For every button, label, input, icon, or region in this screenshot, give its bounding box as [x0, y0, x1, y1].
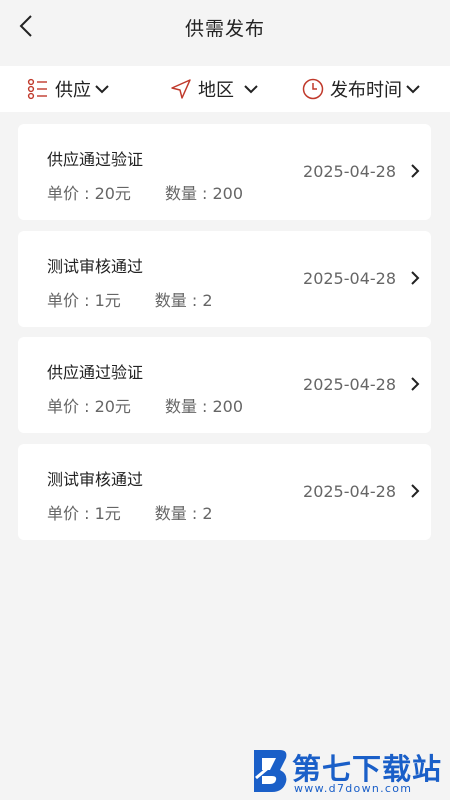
item-meta: 单价 : 20元 数量 : 200 [47, 180, 243, 204]
chevron-right-icon [409, 375, 421, 393]
item-name: 测试审核通过 [47, 469, 144, 489]
watermark: 第七下载站 www.d7down.com [250, 744, 442, 798]
item-price: 单价 : 1元 [47, 290, 121, 310]
location-arrow-icon [171, 79, 191, 99]
item-price: 单价 : 20元 [47, 184, 131, 203]
filter-bar: 供应 地区 发布时间 [0, 66, 450, 112]
item-quantity: 数量 : 2 [154, 503, 213, 523]
clock-icon [302, 78, 324, 100]
filter-region-label: 地区 [198, 80, 234, 101]
watermark-logo-icon [254, 750, 287, 792]
supply-list: 供应通过验证 单价 : 20元 数量 : 200 2025-04-28 测试审核… [18, 124, 431, 550]
filter-supply-label: 供应 [55, 80, 91, 101]
list-icon [27, 78, 47, 100]
item-price: 单价 : 1元 [47, 503, 121, 523]
page: 供需发布 供应 地区 发布时间 供应通过验证 单价: 20元 数量: 200… [0, 0, 450, 800]
item-name: 测试审核通过 [47, 256, 144, 276]
list-item[interactable]: 测试审核通过 单价 : 1元 数量 : 2 2025-04-28 [18, 443, 431, 540]
filter-supply[interactable]: 供应 [27, 66, 109, 112]
chevron-right-icon [409, 482, 421, 500]
item-date: 2025-04-28 [303, 268, 396, 288]
watermark-url: www.d7down.com [294, 782, 413, 795]
chevron-down-icon [406, 84, 420, 94]
item-quantity: 数量 : 2 [154, 290, 213, 310]
chevron-down-icon [244, 84, 258, 94]
item-date: 2025-04-28 [303, 162, 396, 181]
item-meta: 单价 : 1元 数量 : 2 [47, 500, 213, 524]
filter-publish-time-label: 发布时间 [330, 80, 402, 101]
nav-bar: 供需发布 [0, 0, 450, 52]
page-title: 供需发布 [184, 18, 265, 40]
item-name: 供应通过验证 [47, 150, 144, 169]
item-quantity: 数量 : 200 [164, 184, 244, 203]
chevron-right-icon [409, 162, 421, 180]
item-name: 供应通过验证 [47, 363, 144, 382]
filter-region[interactable]: 地区 [170, 66, 258, 112]
list-item[interactable]: 供应通过验证 单价 : 20元 数量 : 200 2025-04-28 [18, 124, 431, 220]
filter-publish-time[interactable]: 发布时间 [302, 66, 420, 112]
item-date: 2025-04-28 [303, 375, 396, 394]
list-item[interactable]: 供应通过验证 单价 : 20元 数量 : 200 2025-04-28 [18, 337, 431, 433]
chevron-down-icon [95, 84, 109, 94]
chevron-right-icon [409, 269, 421, 287]
item-price: 单价 : 20元 [47, 397, 131, 416]
item-meta: 单价 : 20元 数量 : 200 [47, 393, 243, 417]
item-date: 2025-04-28 [303, 481, 396, 501]
item-meta: 单价 : 1元 数量 : 2 [47, 287, 213, 311]
item-quantity: 数量 : 200 [164, 397, 244, 416]
list-item[interactable]: 测试审核通过 单价 : 1元 数量 : 2 2025-04-28 [18, 230, 431, 327]
